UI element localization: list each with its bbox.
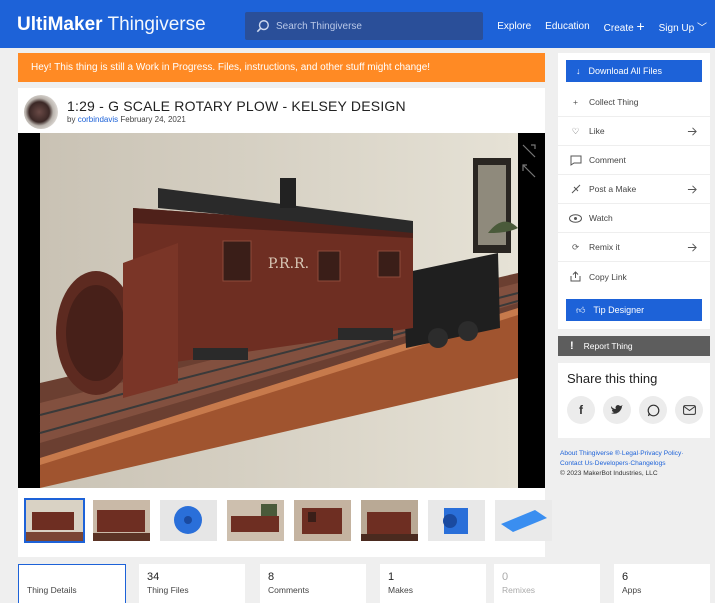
- nav-explore[interactable]: Explore: [497, 21, 531, 32]
- search-placeholder: Search Thingiverse: [276, 20, 362, 32]
- share-panel: Share this thing f: [558, 363, 710, 438]
- plus-icon: +: [636, 18, 645, 34]
- thumbnail[interactable]: [294, 500, 351, 541]
- download-icon: ↓: [576, 66, 581, 76]
- thumbnail[interactable]: [361, 500, 418, 541]
- arrow-right-icon: [687, 243, 697, 252]
- tab-makes[interactable]: 1 Makes: [380, 564, 486, 603]
- like-button[interactable]: ♡ Like: [558, 117, 710, 146]
- nav-create[interactable]: Create +: [604, 18, 645, 34]
- actions-panel: ↓ Download All Files + Collect Thing ♡ Lik…: [558, 53, 710, 329]
- thing-card: 1:29 - G SCALE ROTARY PLOW - KELSEY DESI…: [18, 88, 552, 557]
- footer-line-2[interactable]: Contact Us·Developers·Changelogs: [560, 459, 712, 469]
- thumbnail[interactable]: [227, 500, 284, 541]
- watch-button[interactable]: Watch: [558, 204, 710, 233]
- publish-date: February 24, 2021: [120, 115, 186, 124]
- remix-button[interactable]: ⟳ Remix it: [558, 233, 710, 262]
- nav-signup[interactable]: Sign Up ﹀: [659, 19, 707, 34]
- svg-text:P.R.R.: P.R.R.: [268, 256, 309, 272]
- chevron-down-icon: ﹀: [697, 22, 707, 34]
- eye-icon: [569, 212, 582, 225]
- arrow-right-icon: [687, 127, 697, 136]
- share-icon: [569, 270, 582, 283]
- thumbnail[interactable]: [428, 500, 485, 541]
- main-image[interactable]: P.R.R.: [18, 133, 545, 488]
- thumbnail[interactable]: [160, 500, 217, 541]
- share-title: Share this thing: [567, 371, 658, 386]
- tab-thing-details[interactable]: Thing Details: [18, 564, 126, 603]
- collect-thing-button[interactable]: + Collect Thing: [558, 88, 710, 117]
- expand-icon[interactable]: [521, 143, 537, 179]
- nav-links: Explore Education Create + Sign Up ﹀: [497, 18, 707, 34]
- thumbs-up-icon: 👍︎: [576, 304, 586, 315]
- author-avatar[interactable]: [24, 95, 58, 129]
- footer-line-1[interactable]: About Thingiverse ®·Legal·Privacy Policy…: [560, 449, 712, 459]
- rotary-plow-photo: P.R.R.: [18, 133, 545, 488]
- copy-link-button[interactable]: Copy Link: [558, 262, 710, 291]
- thing-title: 1:29 - G SCALE ROTARY PLOW - KELSEY DESI…: [67, 98, 406, 114]
- facebook-icon[interactable]: f: [567, 396, 595, 424]
- heart-icon: ♡: [571, 125, 580, 136]
- download-all-files-button[interactable]: ↓ Download All Files: [566, 60, 702, 82]
- footer-links: About Thingiverse ®·Legal·Privacy Policy…: [560, 449, 712, 479]
- work-in-progress-banner: Hey! This thing is still a Work in Progr…: [18, 53, 545, 82]
- byline: by corbindavis February 24, 2021: [67, 115, 186, 124]
- search-icon: [256, 20, 269, 33]
- tab-remixes[interactable]: 0 Remixes: [494, 564, 600, 603]
- tab-comments[interactable]: 8 Comments: [260, 564, 366, 603]
- thumbnail[interactable]: [24, 498, 85, 543]
- ultimaker-thingiverse-logo[interactable]: UltiMaker Thingiverse: [17, 14, 206, 36]
- post-a-make-button[interactable]: Post a Make: [558, 175, 710, 204]
- thumbnail-strip: [24, 498, 552, 543]
- whatsapp-icon[interactable]: [639, 396, 667, 424]
- thumbnail[interactable]: [93, 500, 150, 541]
- remix-icon: ⟳: [571, 241, 580, 252]
- tab-thing-files[interactable]: 34 Thing Files: [139, 564, 245, 603]
- nav-education[interactable]: Education: [545, 21, 589, 32]
- twitter-icon[interactable]: [603, 396, 631, 424]
- exclamation-icon: !: [570, 340, 574, 352]
- tip-designer-button[interactable]: 👍︎ Tip Designer: [566, 299, 702, 321]
- comment-icon: [569, 154, 582, 167]
- comment-button[interactable]: Comment: [558, 146, 710, 175]
- tab-apps[interactable]: 6 Apps: [614, 564, 710, 603]
- copyright: © 2023 MakerBot Industries, LLC: [560, 470, 658, 477]
- plus-icon: +: [573, 97, 578, 107]
- make-icon: [569, 183, 582, 196]
- thumbnail[interactable]: [495, 500, 552, 541]
- author-link[interactable]: corbindavis: [78, 115, 118, 124]
- mail-icon[interactable]: [675, 396, 703, 424]
- search-input[interactable]: Search Thingiverse: [245, 12, 483, 40]
- top-nav: UltiMaker Thingiverse Search Thingiverse…: [0, 0, 715, 48]
- social-buttons: f: [567, 396, 703, 424]
- report-thing-button[interactable]: ! Report Thing: [558, 336, 710, 356]
- arrow-right-icon: [687, 185, 697, 194]
